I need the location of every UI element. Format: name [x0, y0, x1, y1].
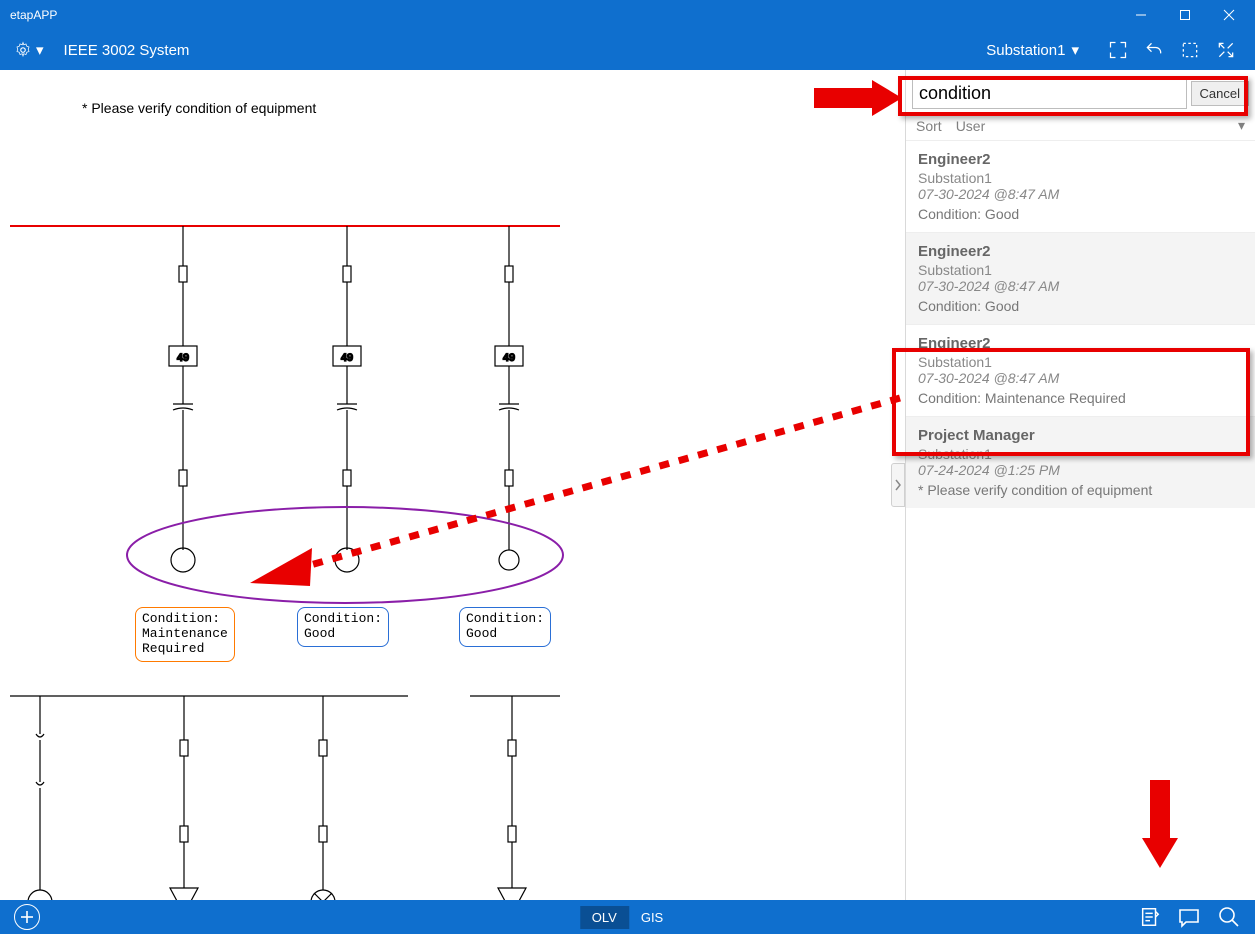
cancel-button[interactable]: Cancel: [1191, 81, 1249, 106]
fit-view-button[interactable]: [1103, 35, 1133, 65]
comment-body: * Please verify condition of equipment: [918, 482, 1243, 498]
condition-label-good-2: Condition: Good: [459, 607, 551, 647]
comment-item[interactable]: Engineer2 Substation1 07-30-2024 @8:47 A…: [906, 140, 1255, 232]
comment-author: Project Manager: [918, 427, 1243, 444]
window-title: etapAPP: [10, 8, 1119, 22]
window-titlebar: etapAPP: [0, 0, 1255, 30]
comment-body: Condition: Good: [918, 298, 1243, 314]
search-icon[interactable]: [1217, 905, 1241, 929]
svg-text:49: 49: [503, 352, 515, 364]
comment-timestamp: 07-24-2024 @1:25 PM: [918, 462, 1243, 478]
chat-icon[interactable]: [1177, 905, 1201, 929]
chevron-down-icon: ▾: [36, 41, 44, 59]
comment-location: Substation1: [918, 262, 1243, 278]
condition-label-good-1: Condition: Good: [297, 607, 389, 647]
notes-icon[interactable]: [1139, 905, 1161, 929]
diagram-canvas[interactable]: * Please verify condition of equipment 4…: [0, 70, 905, 900]
search-input[interactable]: [912, 78, 1187, 109]
comment-timestamp: 07-30-2024 @8:47 AM: [918, 186, 1243, 202]
selection-tool-button[interactable]: [1175, 35, 1205, 65]
chevron-down-icon: ▾: [1071, 41, 1079, 59]
comment-author: Engineer2: [918, 151, 1243, 168]
tab-olv[interactable]: OLV: [580, 906, 629, 929]
window-close-button[interactable]: [1207, 0, 1251, 30]
sort-row[interactable]: Sort User ▾: [906, 115, 1255, 140]
substation-label: Substation1: [986, 42, 1065, 59]
comment-location: Substation1: [918, 170, 1243, 186]
comment-author: Engineer2: [918, 335, 1243, 352]
sort-label: Sort: [916, 118, 942, 134]
comment-item[interactable]: Project Manager Substation1 07-24-2024 @…: [906, 416, 1255, 508]
panel-collapse-handle[interactable]: [891, 463, 905, 507]
fullscreen-button[interactable]: [1211, 35, 1241, 65]
settings-menu[interactable]: ▾: [14, 41, 44, 59]
sort-value: User: [956, 118, 986, 134]
main-toolbar: ▾ IEEE 3002 System Substation1 ▾: [0, 30, 1255, 70]
chevron-down-icon: ▾: [1238, 117, 1245, 134]
search-row: Cancel: [906, 70, 1255, 115]
comment-author: Engineer2: [918, 243, 1243, 260]
svg-text:49: 49: [341, 352, 353, 364]
tab-gis[interactable]: GIS: [629, 906, 675, 929]
comments-list: Engineer2 Substation1 07-30-2024 @8:47 A…: [906, 140, 1255, 900]
substation-selector[interactable]: Substation1 ▾: [986, 41, 1079, 59]
undo-button[interactable]: [1139, 35, 1169, 65]
comments-panel: Cancel Sort User ▾ Engineer2 Substation1…: [905, 70, 1255, 900]
comment-location: Substation1: [918, 354, 1243, 370]
comment-location: Substation1: [918, 446, 1243, 462]
project-name: IEEE 3002 System: [64, 42, 190, 59]
comment-body: Condition: Maintenance Required: [918, 390, 1243, 406]
single-line-diagram: 49 49: [0, 70, 905, 900]
comment-timestamp: 07-30-2024 @8:47 AM: [918, 370, 1243, 386]
comment-body: Condition: Good: [918, 206, 1243, 222]
comment-item[interactable]: Engineer2 Substation1 07-30-2024 @8:47 A…: [906, 324, 1255, 416]
condition-label-maintenance: Condition: Maintenance Required: [135, 607, 235, 662]
comment-item[interactable]: Engineer2 Substation1 07-30-2024 @8:47 A…: [906, 232, 1255, 324]
main-area: * Please verify condition of equipment 4…: [0, 70, 1255, 900]
bottom-bar: OLV GIS: [0, 900, 1255, 934]
window-minimize-button[interactable]: [1119, 0, 1163, 30]
window-maximize-button[interactable]: [1163, 0, 1207, 30]
add-button[interactable]: [14, 904, 40, 930]
svg-text:49: 49: [177, 352, 189, 364]
comment-timestamp: 07-30-2024 @8:47 AM: [918, 278, 1243, 294]
